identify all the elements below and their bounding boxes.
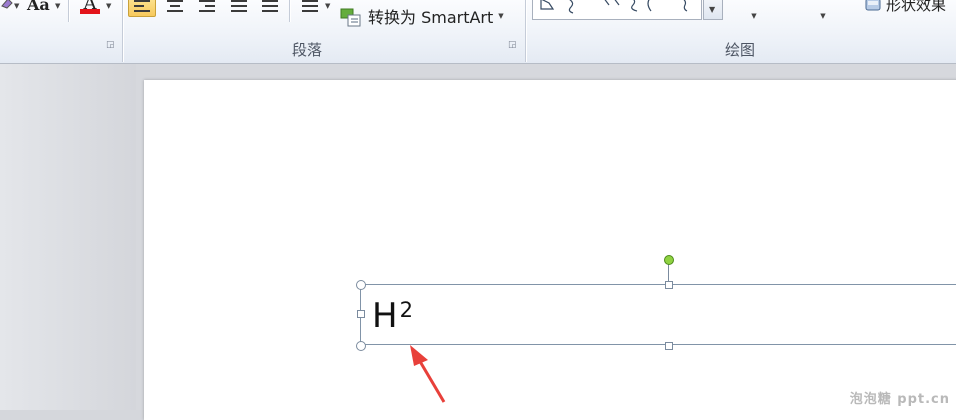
shape-effects-button[interactable]: 形状效果 [864,0,946,14]
textbox-base-text: H [372,296,398,336]
resize-handle-top-left[interactable] [356,280,366,290]
convert-smartart-label: 转换为 SmartArt [368,8,494,27]
paragraph-dialog-launcher-icon[interactable]: ◲ [508,41,517,50]
watermark: 泡泡糖 ppt.cn [849,392,950,407]
quick-styles-button[interactable]: ▼ [798,0,848,26]
chevron-down-icon: ▼ [820,12,826,20]
separator [68,0,69,22]
font-dialog-launcher-icon[interactable]: ◲ [106,41,115,50]
chevron-down-icon: ▼ [106,2,112,10]
slide-canvas[interactable] [144,80,956,420]
rotation-handle[interactable] [664,255,674,265]
justify-button[interactable] [225,0,253,17]
gallery-expand-icon: ▼ [709,5,716,14]
selected-textbox[interactable] [360,284,956,345]
eraser-icon [1,0,13,9]
distribute-icon [262,0,278,12]
chevron-down-icon: ▼ [751,12,757,20]
align-right-button[interactable] [193,0,221,17]
font-color-swatch [80,9,100,14]
chevron-down-icon: ▼ [325,2,331,10]
change-case-label: Aa [27,0,50,14]
textbox-content[interactable]: H2 [372,294,413,338]
drawing-group-label: 绘图 [725,41,756,59]
resize-handle-top[interactable] [665,281,673,289]
shapes-gallery[interactable] [532,0,702,20]
shape-effects-icon [865,0,881,11]
shapes-gallery-icons [540,0,688,14]
convert-smartart-button[interactable]: 转换为 SmartArt ▼ [340,3,504,29]
group-separator [525,0,526,62]
chevron-down-icon: ▼ [498,12,504,20]
chevron-down-icon: ▼ [55,2,61,10]
paragraph-group-label: 段落 [292,41,323,59]
align-right-icon [199,0,215,12]
align-left-button[interactable] [128,0,156,17]
resize-handle-left[interactable] [357,310,365,318]
smartart-icon [340,8,361,27]
columns-icon [302,0,318,12]
align-center-button[interactable] [161,0,189,17]
red-arrow-annotation [410,345,446,403]
columns-button[interactable] [296,0,324,17]
chevron-down-icon: ▼ [14,2,20,10]
font-color-button[interactable]: A [79,0,101,16]
gallery-more-button[interactable]: ▼ [703,0,723,20]
resize-handle-bottom-left[interactable] [356,341,366,351]
arrange-button[interactable]: ▼ [733,0,775,26]
align-left-icon [134,0,150,12]
textbox-superscript: 2 [399,298,413,322]
change-case-button[interactable]: Aa [27,0,50,14]
resize-handle-bottom[interactable] [665,342,673,350]
separator [289,0,290,22]
align-center-icon [167,0,183,12]
distribute-button[interactable] [256,0,284,17]
justify-icon [231,0,247,12]
group-separator [122,0,123,62]
clear-format-button[interactable] [0,0,14,12]
ribbon: ▼ Aa ▼ A ▼ ◲ ▼ 转换为 SmartArt ▼ ◲ 段落 ▼ ▼ ▼… [0,0,956,64]
slides-pane-edge [0,64,136,410]
shape-effects-label: 形状效果 [886,0,947,14]
